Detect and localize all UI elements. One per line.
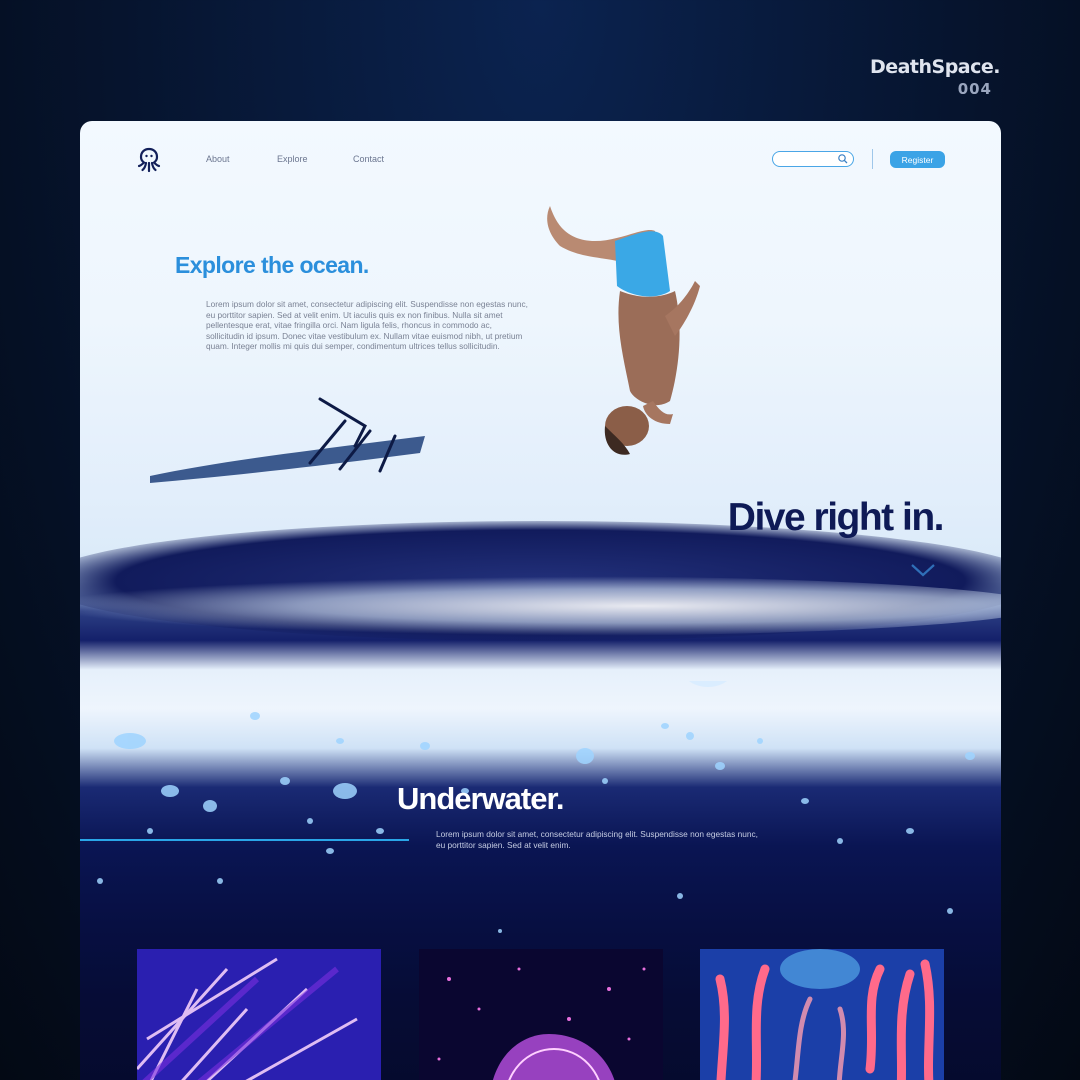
underwater-paragraph: Lorem ipsum dolor sit amet, consectetur … bbox=[436, 829, 758, 850]
brand-watermark: DeathSpace. 004 bbox=[869, 56, 1001, 98]
hero-paragraph: Lorem ipsum dolor sit amet, consectetur … bbox=[206, 299, 528, 352]
nav-link-about[interactable]: About bbox=[206, 154, 230, 164]
thumbnail-jellyfish[interactable] bbox=[419, 949, 663, 1080]
dive-right-in-heading: Dive right in. bbox=[727, 496, 945, 539]
nav-divider bbox=[872, 149, 873, 169]
chevron-down-icon[interactable] bbox=[910, 562, 936, 578]
underwater-accent-line bbox=[80, 839, 409, 841]
register-button[interactable]: Register bbox=[890, 151, 945, 168]
diver-image bbox=[547, 206, 700, 455]
wave-foam bbox=[80, 576, 1001, 636]
landing-page-card: About Explore Contact Register Explore t… bbox=[80, 121, 1001, 1080]
board-image bbox=[150, 397, 425, 483]
octopus-logo-icon[interactable] bbox=[135, 147, 163, 173]
brand-name: DeathSpace. bbox=[869, 56, 1001, 78]
nav-link-explore[interactable]: Explore bbox=[277, 154, 308, 164]
nav-link-contact[interactable]: Contact bbox=[353, 154, 384, 164]
hero-title: Explore the ocean. bbox=[175, 252, 369, 278]
brand-number: 004 bbox=[957, 80, 992, 98]
thumbnail-lionfish[interactable] bbox=[137, 949, 381, 1080]
thumbnail-anemone[interactable] bbox=[700, 949, 944, 1080]
search-icon[interactable] bbox=[837, 153, 849, 165]
underwater-heading: Underwater. bbox=[397, 781, 564, 816]
